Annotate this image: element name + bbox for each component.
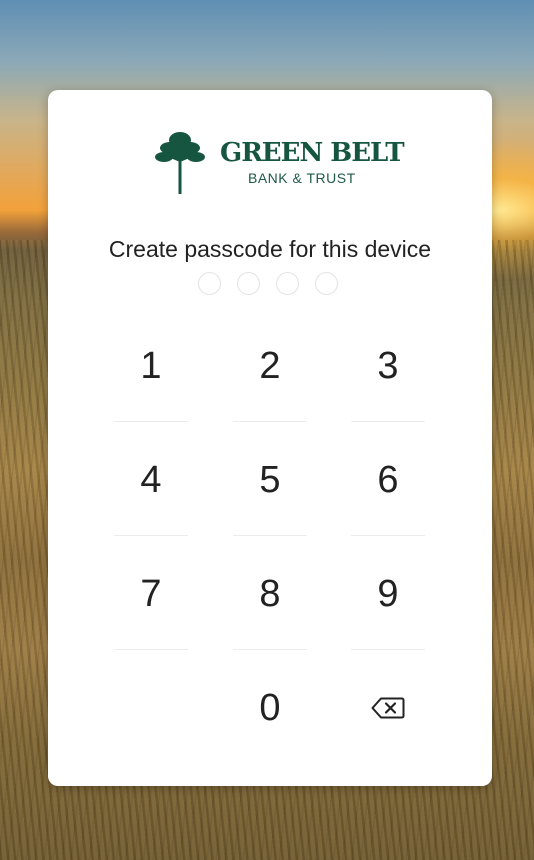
key-separator (114, 421, 188, 422)
tree-icon (155, 132, 205, 194)
key-4[interactable]: 4 (113, 442, 189, 518)
key-1[interactable]: 1 (113, 328, 189, 404)
delete-button[interactable] (350, 670, 426, 746)
key-separator (114, 649, 188, 650)
brand-name: GREEN BELT (220, 138, 405, 168)
key-6[interactable]: 6 (350, 442, 426, 518)
key-8[interactable]: 8 (232, 556, 308, 632)
passcode-dot-2 (237, 272, 260, 295)
brand-subtitle: BANK & TRUST (248, 170, 356, 186)
key-7[interactable]: 7 (113, 556, 189, 632)
key-separator (351, 421, 425, 422)
passcode-dot-4 (315, 272, 338, 295)
passcode-dot-3 (276, 272, 299, 295)
key-separator (233, 649, 307, 650)
key-separator (233, 535, 307, 536)
key-separator (351, 649, 425, 650)
key-3[interactable]: 3 (350, 328, 426, 404)
passcode-indicator (198, 272, 343, 298)
key-0[interactable]: 0 (232, 670, 308, 746)
backspace-icon (371, 697, 405, 719)
key-separator (114, 535, 188, 536)
key-separator (233, 421, 307, 422)
bank-logo: GREEN BELT BANK & TRUST (154, 128, 405, 198)
passcode-dot-1 (198, 272, 221, 295)
key-5[interactable]: 5 (232, 442, 308, 518)
passcode-card: GREEN BELT BANK & TRUST Create passcode … (48, 90, 492, 786)
key-separator (351, 535, 425, 536)
key-9[interactable]: 9 (350, 556, 426, 632)
passcode-prompt: Create passcode for this device (108, 236, 432, 262)
key-2[interactable]: 2 (232, 328, 308, 404)
